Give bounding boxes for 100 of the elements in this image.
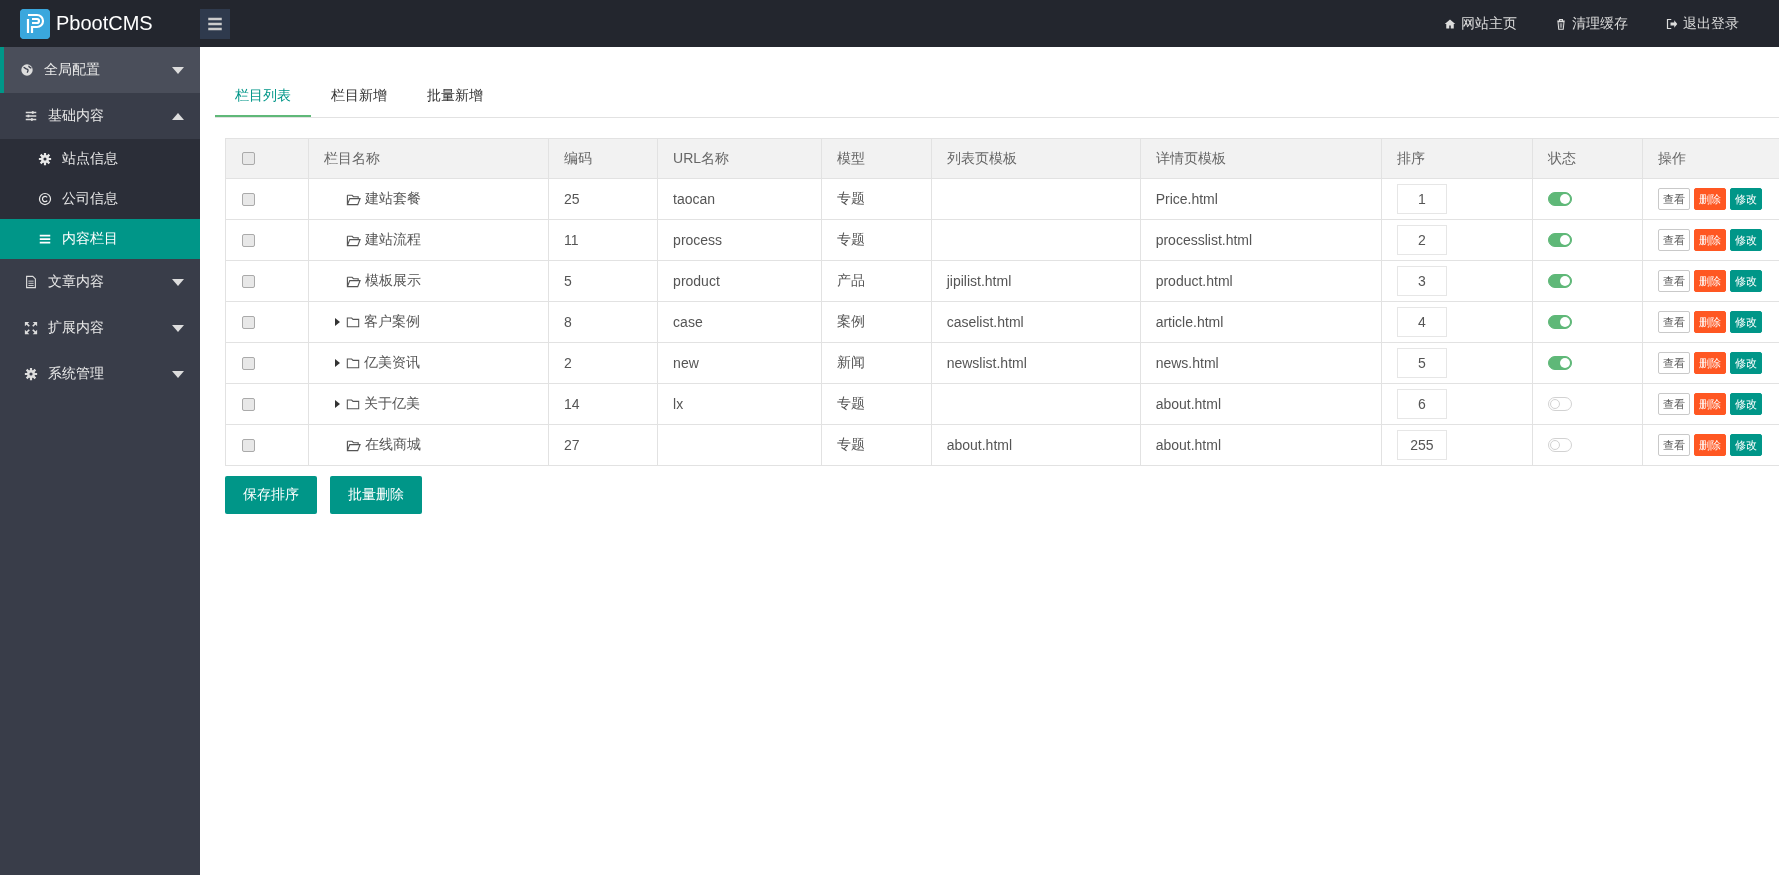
action-button[interactable]: 查看 (1658, 311, 1691, 333)
status-toggle[interactable] (1548, 192, 1573, 206)
logo-icon (20, 8, 50, 39)
sort-input[interactable]: 2 (1396, 225, 1447, 255)
sidebar-item-label: 文章内容 (48, 273, 105, 291)
sidebar-subitem[interactable]: 公司信息 (0, 179, 200, 219)
column-header: 操作 (1642, 138, 1779, 179)
action-button[interactable]: 查看 (1658, 270, 1691, 292)
sort-input[interactable]: 1 (1396, 184, 1447, 214)
table-cell: 8 (548, 301, 658, 343)
row-checkbox[interactable] (242, 397, 255, 411)
action-button[interactable]: 查看 (1658, 188, 1691, 210)
header-link[interactable]: 退出登录 (1666, 14, 1739, 33)
action-button[interactable]: 保存排序 (225, 476, 317, 514)
column-header: 模型 (821, 138, 932, 179)
list-icon (38, 232, 52, 246)
status-toggle[interactable] (1548, 315, 1573, 329)
table-cell: about.html (931, 424, 1141, 466)
category-name: 亿美资讯 (363, 354, 420, 372)
table-cell: 专题 (821, 424, 932, 466)
status-toggle[interactable] (1548, 274, 1573, 288)
header-link[interactable]: 清理缓存 (1555, 14, 1628, 33)
action-button[interactable]: 修改 (1730, 393, 1763, 415)
tab[interactable]: 批量新增 (407, 77, 503, 117)
action-button[interactable]: 修改 (1730, 270, 1763, 292)
table-cell: news.html (1140, 342, 1382, 384)
sliders-icon (24, 109, 38, 123)
row-checkbox[interactable] (242, 192, 255, 206)
tab[interactable]: 栏目新增 (311, 77, 407, 117)
sidebar-item-label: 系统管理 (48, 365, 105, 383)
row-checkbox[interactable] (242, 315, 255, 329)
table-cell: 14 (548, 383, 658, 425)
menu-button[interactable] (200, 8, 230, 39)
table-cell: Price.html (1140, 178, 1382, 220)
trash-icon (1555, 17, 1567, 30)
table-cell: about.html (1140, 383, 1382, 425)
tab[interactable]: 栏目列表 (215, 77, 311, 117)
action-button[interactable]: 修改 (1730, 434, 1763, 456)
action-button[interactable]: 查看 (1658, 229, 1691, 251)
sidebar-subitem-label: 站点信息 (62, 150, 118, 168)
sidebar-subitem[interactable]: 内容栏目 (0, 219, 200, 259)
sort-input[interactable]: 5 (1396, 348, 1447, 378)
row-checkbox[interactable] (242, 356, 255, 370)
table-cell: 专题 (821, 178, 932, 220)
expand-arrows-icon (24, 321, 38, 335)
action-button[interactable]: 修改 (1730, 188, 1763, 210)
action-button[interactable]: 修改 (1730, 229, 1763, 251)
category-name: 建站套餐 (364, 190, 421, 208)
table-cell: processlist.html (1140, 219, 1382, 261)
row-checkbox[interactable] (242, 438, 255, 452)
sidebar-subitem-label: 内容栏目 (62, 230, 118, 248)
table-cell: 专题 (821, 383, 932, 425)
column-header: 列表页模板 (931, 138, 1141, 179)
sign-out-icon (1666, 17, 1678, 30)
logo-text: PbootCMS (56, 12, 153, 35)
action-button[interactable]: 批量删除 (330, 476, 422, 514)
sort-input[interactable]: 6 (1396, 389, 1447, 419)
header-link[interactable]: 网站主页 (1444, 14, 1517, 33)
category-name: 在线商城 (364, 436, 421, 454)
table-cell: 产品 (821, 260, 932, 302)
category-name: 客户案例 (363, 313, 420, 331)
action-button[interactable]: 查看 (1658, 434, 1691, 456)
folder-icon (345, 397, 360, 411)
sidebar-item[interactable]: 全局配置 (0, 47, 200, 93)
sort-input[interactable]: 255 (1396, 430, 1447, 460)
status-toggle[interactable] (1548, 356, 1573, 370)
table-cell: article.html (1140, 301, 1382, 343)
copyright-icon (38, 192, 52, 206)
table-cell: caselist.html (931, 301, 1141, 343)
column-header: 详情页模板 (1140, 138, 1382, 179)
sidebar-item-label: 扩展内容 (48, 319, 105, 337)
table-cell: case (657, 301, 822, 343)
table-cell: product.html (1140, 260, 1382, 302)
action-button[interactable]: 查看 (1658, 393, 1691, 415)
status-toggle[interactable] (1548, 438, 1573, 452)
row-checkbox[interactable] (242, 233, 255, 247)
status-toggle[interactable] (1548, 233, 1573, 247)
row-checkbox[interactable] (242, 274, 255, 288)
action-button[interactable]: 修改 (1730, 311, 1763, 333)
action-button[interactable]: 查看 (1658, 352, 1691, 374)
table-cell: newslist.html (931, 342, 1141, 384)
select-all-checkbox[interactable] (242, 152, 255, 165)
status-toggle[interactable] (1548, 397, 1573, 411)
table-cell: taocan (657, 178, 822, 220)
sidebar-item-label: 基础内容 (48, 107, 105, 125)
settings-icon (24, 367, 38, 381)
category-name: 建站流程 (364, 231, 421, 249)
sidebar-subitem-label: 公司信息 (62, 190, 118, 208)
sidebar-subitem[interactable]: 站点信息 (0, 139, 200, 179)
table-cell: product (657, 260, 822, 302)
globe-icon (20, 63, 34, 77)
column-header: 栏目名称 (308, 138, 549, 179)
sort-input[interactable]: 3 (1396, 266, 1447, 296)
column-header: 排序 (1381, 138, 1533, 179)
document-icon (24, 275, 38, 289)
table-cell: lx (657, 383, 822, 425)
action-button[interactable]: 修改 (1730, 352, 1763, 374)
settings-icon (38, 152, 52, 166)
sort-input[interactable]: 4 (1396, 307, 1447, 337)
table-cell: 11 (548, 219, 658, 261)
